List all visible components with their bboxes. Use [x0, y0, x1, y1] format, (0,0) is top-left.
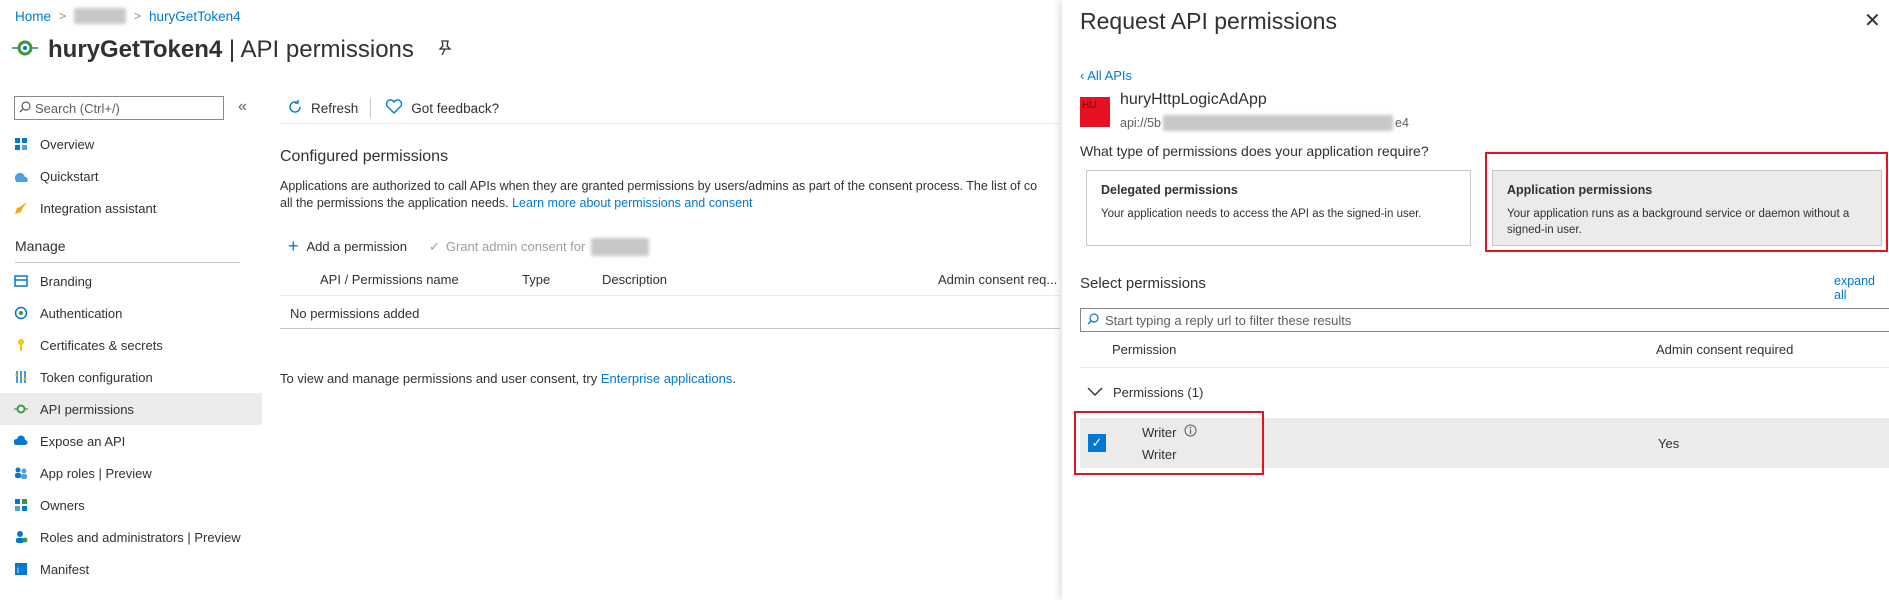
sidebar-item-app-roles[interactable]: App roles | Preview [0, 457, 262, 489]
app-roles-icon [14, 466, 28, 480]
sidebar-item-roles-admins[interactable]: Roles and administrators | Preview [0, 521, 262, 553]
breadcrumb: Home > > huryGetToken4 [15, 8, 241, 24]
expand-all-link[interactable]: expand all [1834, 274, 1889, 302]
grant-admin-consent-button[interactable]: ✓ Grant admin consent for [428, 237, 650, 256]
learn-more-link[interactable]: Learn more about permissions and consent [512, 196, 752, 210]
column-header: API / Permissions name [320, 272, 459, 287]
column-header: Description [602, 272, 668, 287]
page-header: huryGetToken4 | API permissions [12, 36, 452, 64]
chevron-right-icon: > [59, 9, 67, 23]
search-icon [19, 100, 31, 116]
refresh-button[interactable]: Refresh [285, 99, 370, 118]
redacted-tenant [74, 8, 127, 24]
roles-icon [14, 530, 28, 544]
checkmark-icon: ✓ [428, 238, 440, 254]
section-description: Applications are authorized to call APIs… [280, 179, 1038, 210]
divider [280, 328, 1060, 329]
sidebar-search-input[interactable]: Search (Ctrl+/) [14, 96, 224, 120]
manifest-icon: i [14, 562, 28, 576]
permissions-table-header: API / Permissions name Type Description … [280, 272, 1060, 296]
api-app-uri: api://5b e4 [1120, 115, 1409, 131]
highlight-box [1074, 411, 1264, 475]
redacted-uri [1163, 115, 1394, 131]
sidebar-item-integration-assistant[interactable]: Integration assistant [0, 192, 262, 224]
divider [15, 262, 240, 263]
sidebar-item-expose-api[interactable]: Expose an API [0, 425, 262, 457]
svg-text:i: i [17, 565, 19, 575]
select-permissions-heading: Select permissions [1080, 275, 1206, 292]
toolbar-divider [370, 98, 372, 118]
toolbar: Refresh Got feedback? [285, 98, 511, 118]
sidebar-item-quickstart[interactable]: Quickstart [0, 160, 262, 192]
panel-title: Request API permissions [1080, 8, 1337, 34]
request-api-permissions-panel: Request API permissions ✕ ‹ All APIs HU … [1062, 0, 1889, 600]
key-icon [14, 338, 28, 352]
footer-note: To view and manage permissions and user … [280, 371, 736, 386]
sidebar-item-owners[interactable]: Owners [0, 489, 262, 521]
heart-icon [385, 98, 403, 118]
redacted-tenant [591, 237, 650, 256]
sidebar-item-branding[interactable]: Branding [0, 265, 262, 297]
branding-icon [14, 274, 28, 288]
breadcrumb-home[interactable]: Home [15, 9, 51, 24]
permission-list-header: Permission Admin consent required [1080, 338, 1889, 368]
authentication-icon [14, 306, 28, 320]
permission-filter-input[interactable]: Start typing a reply url to filter these… [1080, 308, 1889, 332]
chevron-down-icon [1087, 385, 1103, 400]
sidebar-item-api-permissions[interactable]: API permissions [0, 393, 262, 425]
column-header: Admin consent req... [938, 272, 1058, 287]
quickstart-icon [14, 169, 28, 183]
column-header: Permission [1112, 342, 1177, 357]
section-title: Configured permissions [280, 148, 449, 165]
chevron-right-icon: > [134, 9, 142, 23]
enterprise-applications-link[interactable]: Enterprise applications [601, 371, 733, 386]
highlight-box [1485, 152, 1888, 252]
toolbar-divider-line [280, 123, 1060, 124]
plus-icon: + [288, 236, 299, 256]
sidebar-item-overview[interactable]: Overview [0, 128, 262, 160]
permission-actions: + Add a permission ✓ Grant admin consent… [288, 236, 650, 257]
collapse-sidebar-icon[interactable]: « [238, 98, 247, 116]
manage-heading: Manage [15, 238, 66, 254]
admin-consent-value: Yes [1658, 436, 1680, 451]
pin-icon[interactable] [438, 39, 452, 61]
rocket-icon [14, 201, 28, 215]
page-title: huryGetToken4 | API permissions [48, 36, 414, 63]
close-icon[interactable]: ✕ [1864, 8, 1881, 33]
token-config-icon [14, 370, 28, 384]
breadcrumb-app[interactable]: huryGetToken4 [149, 9, 241, 24]
sidebar-item-authentication[interactable]: Authentication [0, 297, 262, 329]
app-badge: HU [1080, 97, 1110, 127]
sidebar-item-certificates[interactable]: Certificates & secrets [0, 329, 262, 361]
sidebar-item-token-configuration[interactable]: Token configuration [0, 361, 262, 393]
search-icon [1087, 312, 1099, 328]
overview-icon [14, 137, 28, 151]
refresh-icon [287, 99, 303, 118]
add-permission-button[interactable]: + Add a permission [288, 236, 407, 257]
api-permissions-icon [14, 402, 28, 416]
api-app-name: huryHttpLogicAdApp [1120, 91, 1267, 108]
delegated-permissions-card[interactable]: Delegated permissions Your application n… [1086, 170, 1471, 246]
cloud-icon [14, 434, 28, 448]
permission-group-toggle[interactable]: Permissions (1) [1087, 385, 1203, 400]
search-placeholder: Search (Ctrl+/) [35, 100, 120, 116]
owners-icon [14, 498, 28, 512]
feedback-button[interactable]: Got feedback? [383, 98, 511, 118]
empty-state-text: No permissions added [290, 306, 420, 321]
column-header: Admin consent required [1656, 342, 1794, 357]
column-header: Type [522, 272, 551, 287]
api-permissions-icon [12, 38, 38, 63]
sidebar-item-manifest[interactable]: i Manifest [0, 553, 262, 585]
all-apis-link[interactable]: ‹ All APIs [1080, 68, 1132, 83]
permission-type-question: What type of permissions does your appli… [1080, 143, 1429, 159]
